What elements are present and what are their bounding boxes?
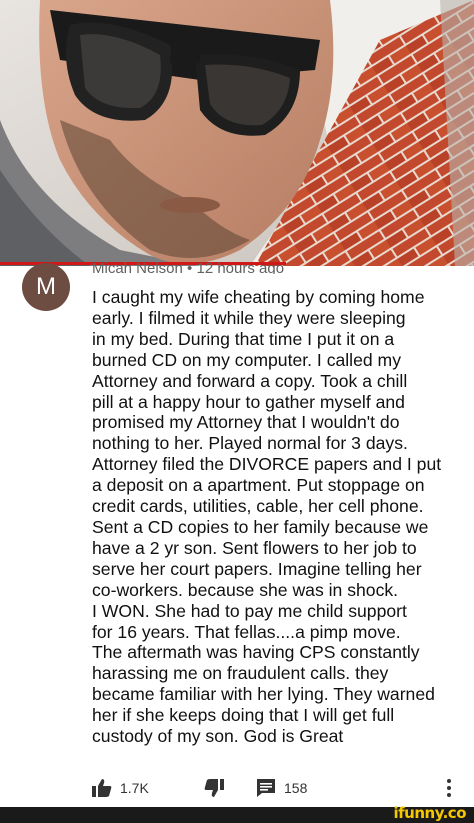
author-name[interactable]: Micah Nelson [92,261,183,274]
comment-line: for 16 years. That fellas....a pimp move… [92,621,401,642]
meta-separator: • [187,261,193,274]
comment-line: The aftermath was having CPS constantly [92,642,420,663]
comment-line: custody of my son. God is Great [92,726,344,747]
comment-line: have a 2 yr son. Sent flowers to her job… [92,537,417,558]
comment-line: Attorney and forward a copy. Took a chil… [92,370,408,391]
comment-line: credit cards, utilities, cable, her cell… [92,496,424,517]
comment-line: Attorney filed the DIVORCE papers and I … [92,454,442,475]
comment-line: early. I filmed it while they were sleep… [92,307,406,328]
comment-icon [257,779,275,797]
comment-line: promised my Attorney that I wouldn't do [92,412,400,433]
comment-line: her if she keeps doing that I will get f… [92,705,395,726]
thumbs-up-icon [92,779,112,797]
avatar-letter: M [36,273,56,300]
comment-text: I caught my wife cheating by coming home… [92,287,464,747]
comment-line: co-workers. because she was in shock. [92,579,399,600]
like-button[interactable]: 1.7K [92,779,204,797]
comment-line: serve her court papers. Imagine telling … [92,558,422,579]
comment-line: Sent a CD copies to her family because w… [92,516,429,537]
comment-line: pill at a happy hour to gather myself an… [92,391,405,412]
reply-button[interactable]: 158 [256,778,307,798]
reply-count: 158 [284,780,308,796]
comment-line: nothing to her. Played normal for 3 days… [92,433,408,454]
dislike-button[interactable] [204,779,256,797]
comment-line: in my bed. During that time I put it on … [92,328,395,349]
footer-bar: ifunny.co [0,804,474,823]
comment-line: I caught my wife cheating by coming home [92,287,425,307]
thumbs-down-icon [204,779,224,797]
profile-photo [0,0,474,266]
comment-line: burned CD on my computer. I called my [92,349,401,370]
comment-line: I WON. She had to pay me child support [92,600,407,621]
more-vert-icon[interactable] [446,778,452,798]
comment-actions: 1.7K 158 [92,776,464,800]
comment-line: a deposit on a apartment. Put stoppage o… [92,475,425,496]
comment-meta: Micah Nelson • 12 hours ago [92,261,284,274]
comment-time: 12 hours ago [196,261,285,274]
like-count: 1.7K [120,780,149,796]
comment-line: harassing me on fraudulent calls. they [92,663,389,684]
ifunny-watermark: ifunny.co [393,804,467,822]
comment-line: became familiar with her lying. They war… [92,684,435,705]
avatar[interactable]: M [22,263,70,311]
